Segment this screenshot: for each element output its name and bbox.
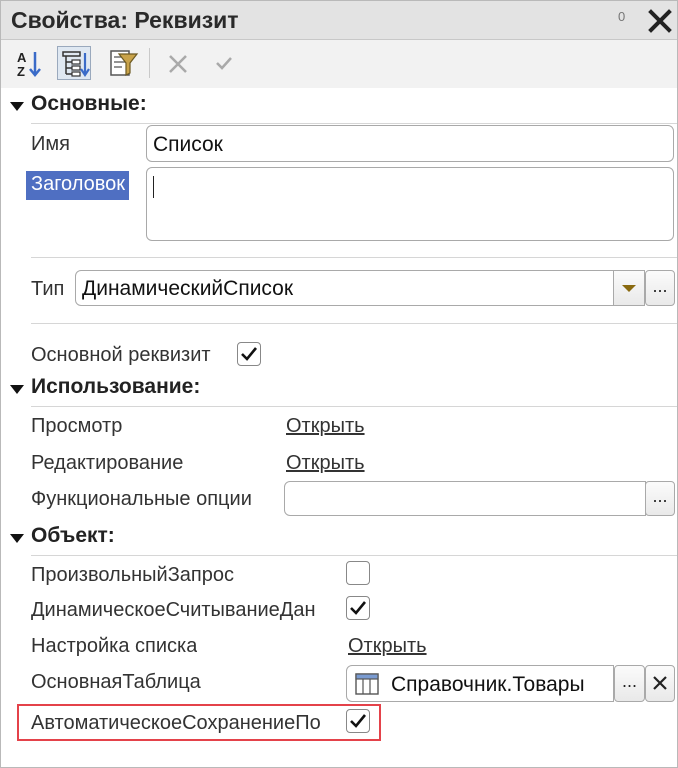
sort-az-icon: A Z: [17, 50, 41, 79]
caption-label: Заголовок: [26, 171, 130, 200]
pin-icon[interactable]: 0: [618, 9, 625, 24]
apply-button[interactable]: [207, 46, 241, 80]
caption-field[interactable]: [146, 167, 674, 241]
collapse-triangle-icon[interactable]: [10, 102, 24, 111]
sort-alphabet-button[interactable]: A Z: [11, 46, 45, 80]
type-field[interactable]: ДинамическийСписок: [75, 270, 645, 306]
type-field-value: ДинамическийСписок: [82, 277, 294, 300]
dynamic-read-label: ДинамическоеСчитываниеДан: [31, 599, 316, 621]
custom-query-checkbox[interactable]: [346, 561, 370, 585]
check-icon: [350, 601, 367, 615]
group-usage-title: Использование:: [31, 375, 201, 398]
main-attribute-checkbox[interactable]: [237, 342, 261, 366]
name-field-value: Список: [153, 133, 223, 156]
group-divider: [31, 123, 677, 124]
section-divider: [31, 323, 677, 324]
text-cursor: [153, 176, 154, 198]
collapse-triangle-icon[interactable]: [10, 534, 24, 543]
group-main-title: Основные:: [31, 92, 147, 115]
main-table-select-button[interactable]: ...: [614, 665, 645, 702]
categories-button[interactable]: [57, 46, 91, 80]
list-settings-label: Настройка списка: [31, 635, 198, 657]
list-settings-open-link[interactable]: Открыть: [348, 635, 427, 658]
table-icon: [355, 673, 379, 695]
section-divider: [31, 257, 677, 258]
cancel-button[interactable]: [161, 46, 195, 80]
filter-icon: [110, 50, 139, 76]
type-select-button[interactable]: ...: [645, 270, 675, 306]
group-main-header[interactable]: Основные:: [1, 92, 677, 124]
check-icon: [216, 57, 232, 70]
functional-options-label: Функциональные опции: [31, 488, 252, 510]
group-usage-header[interactable]: Использование:: [1, 375, 677, 407]
dynamic-read-checkbox[interactable]: [346, 596, 370, 620]
name-label: Имя: [31, 133, 70, 155]
title-bar: Свойства: Реквизит 0: [1, 1, 677, 40]
svg-text:Z: Z: [17, 64, 25, 79]
main-table-clear-button[interactable]: [645, 665, 675, 702]
cross-icon: [169, 55, 187, 73]
view-label: Просмотр: [31, 415, 123, 437]
type-dropdown-button[interactable]: [613, 271, 644, 305]
toolbar-separator: [149, 48, 150, 78]
highlight-frame: [17, 704, 381, 741]
group-object-header[interactable]: Объект:: [1, 524, 677, 556]
name-field[interactable]: Список: [146, 125, 674, 162]
main-attribute-label: Основной реквизит: [31, 344, 211, 366]
main-table-label: ОсновнаяТаблица: [31, 671, 201, 693]
clear-icon: [653, 676, 667, 690]
chevron-down-icon: [622, 285, 636, 292]
check-icon: [241, 347, 258, 361]
edit-open-link[interactable]: Открыть: [286, 452, 365, 475]
window-title: Свойства: Реквизит: [11, 7, 239, 33]
svg-text:A: A: [17, 50, 27, 65]
functional-options-field[interactable]: [284, 481, 646, 516]
group-divider: [31, 555, 677, 556]
filter-button[interactable]: [105, 46, 139, 80]
toolbar: A Z: [1, 40, 677, 88]
main-table-field[interactable]: Справочник.Товары: [346, 665, 614, 702]
close-icon[interactable]: [647, 3, 673, 41]
group-divider: [31, 406, 677, 407]
edit-label: Редактирование: [31, 452, 184, 474]
view-open-link[interactable]: Открыть: [286, 415, 365, 438]
main-table-value: Справочник.Товары: [391, 673, 585, 696]
custom-query-label: ПроизвольныйЗапрос: [31, 564, 235, 586]
functional-options-select-button[interactable]: ...: [645, 481, 675, 516]
categories-tree-icon: [62, 51, 90, 77]
group-object-title: Объект:: [31, 524, 115, 547]
properties-window: Свойства: Реквизит 0 A Z Основные: Имя С…: [0, 0, 678, 768]
collapse-triangle-icon[interactable]: [10, 385, 24, 394]
type-label: Тип: [31, 278, 65, 300]
